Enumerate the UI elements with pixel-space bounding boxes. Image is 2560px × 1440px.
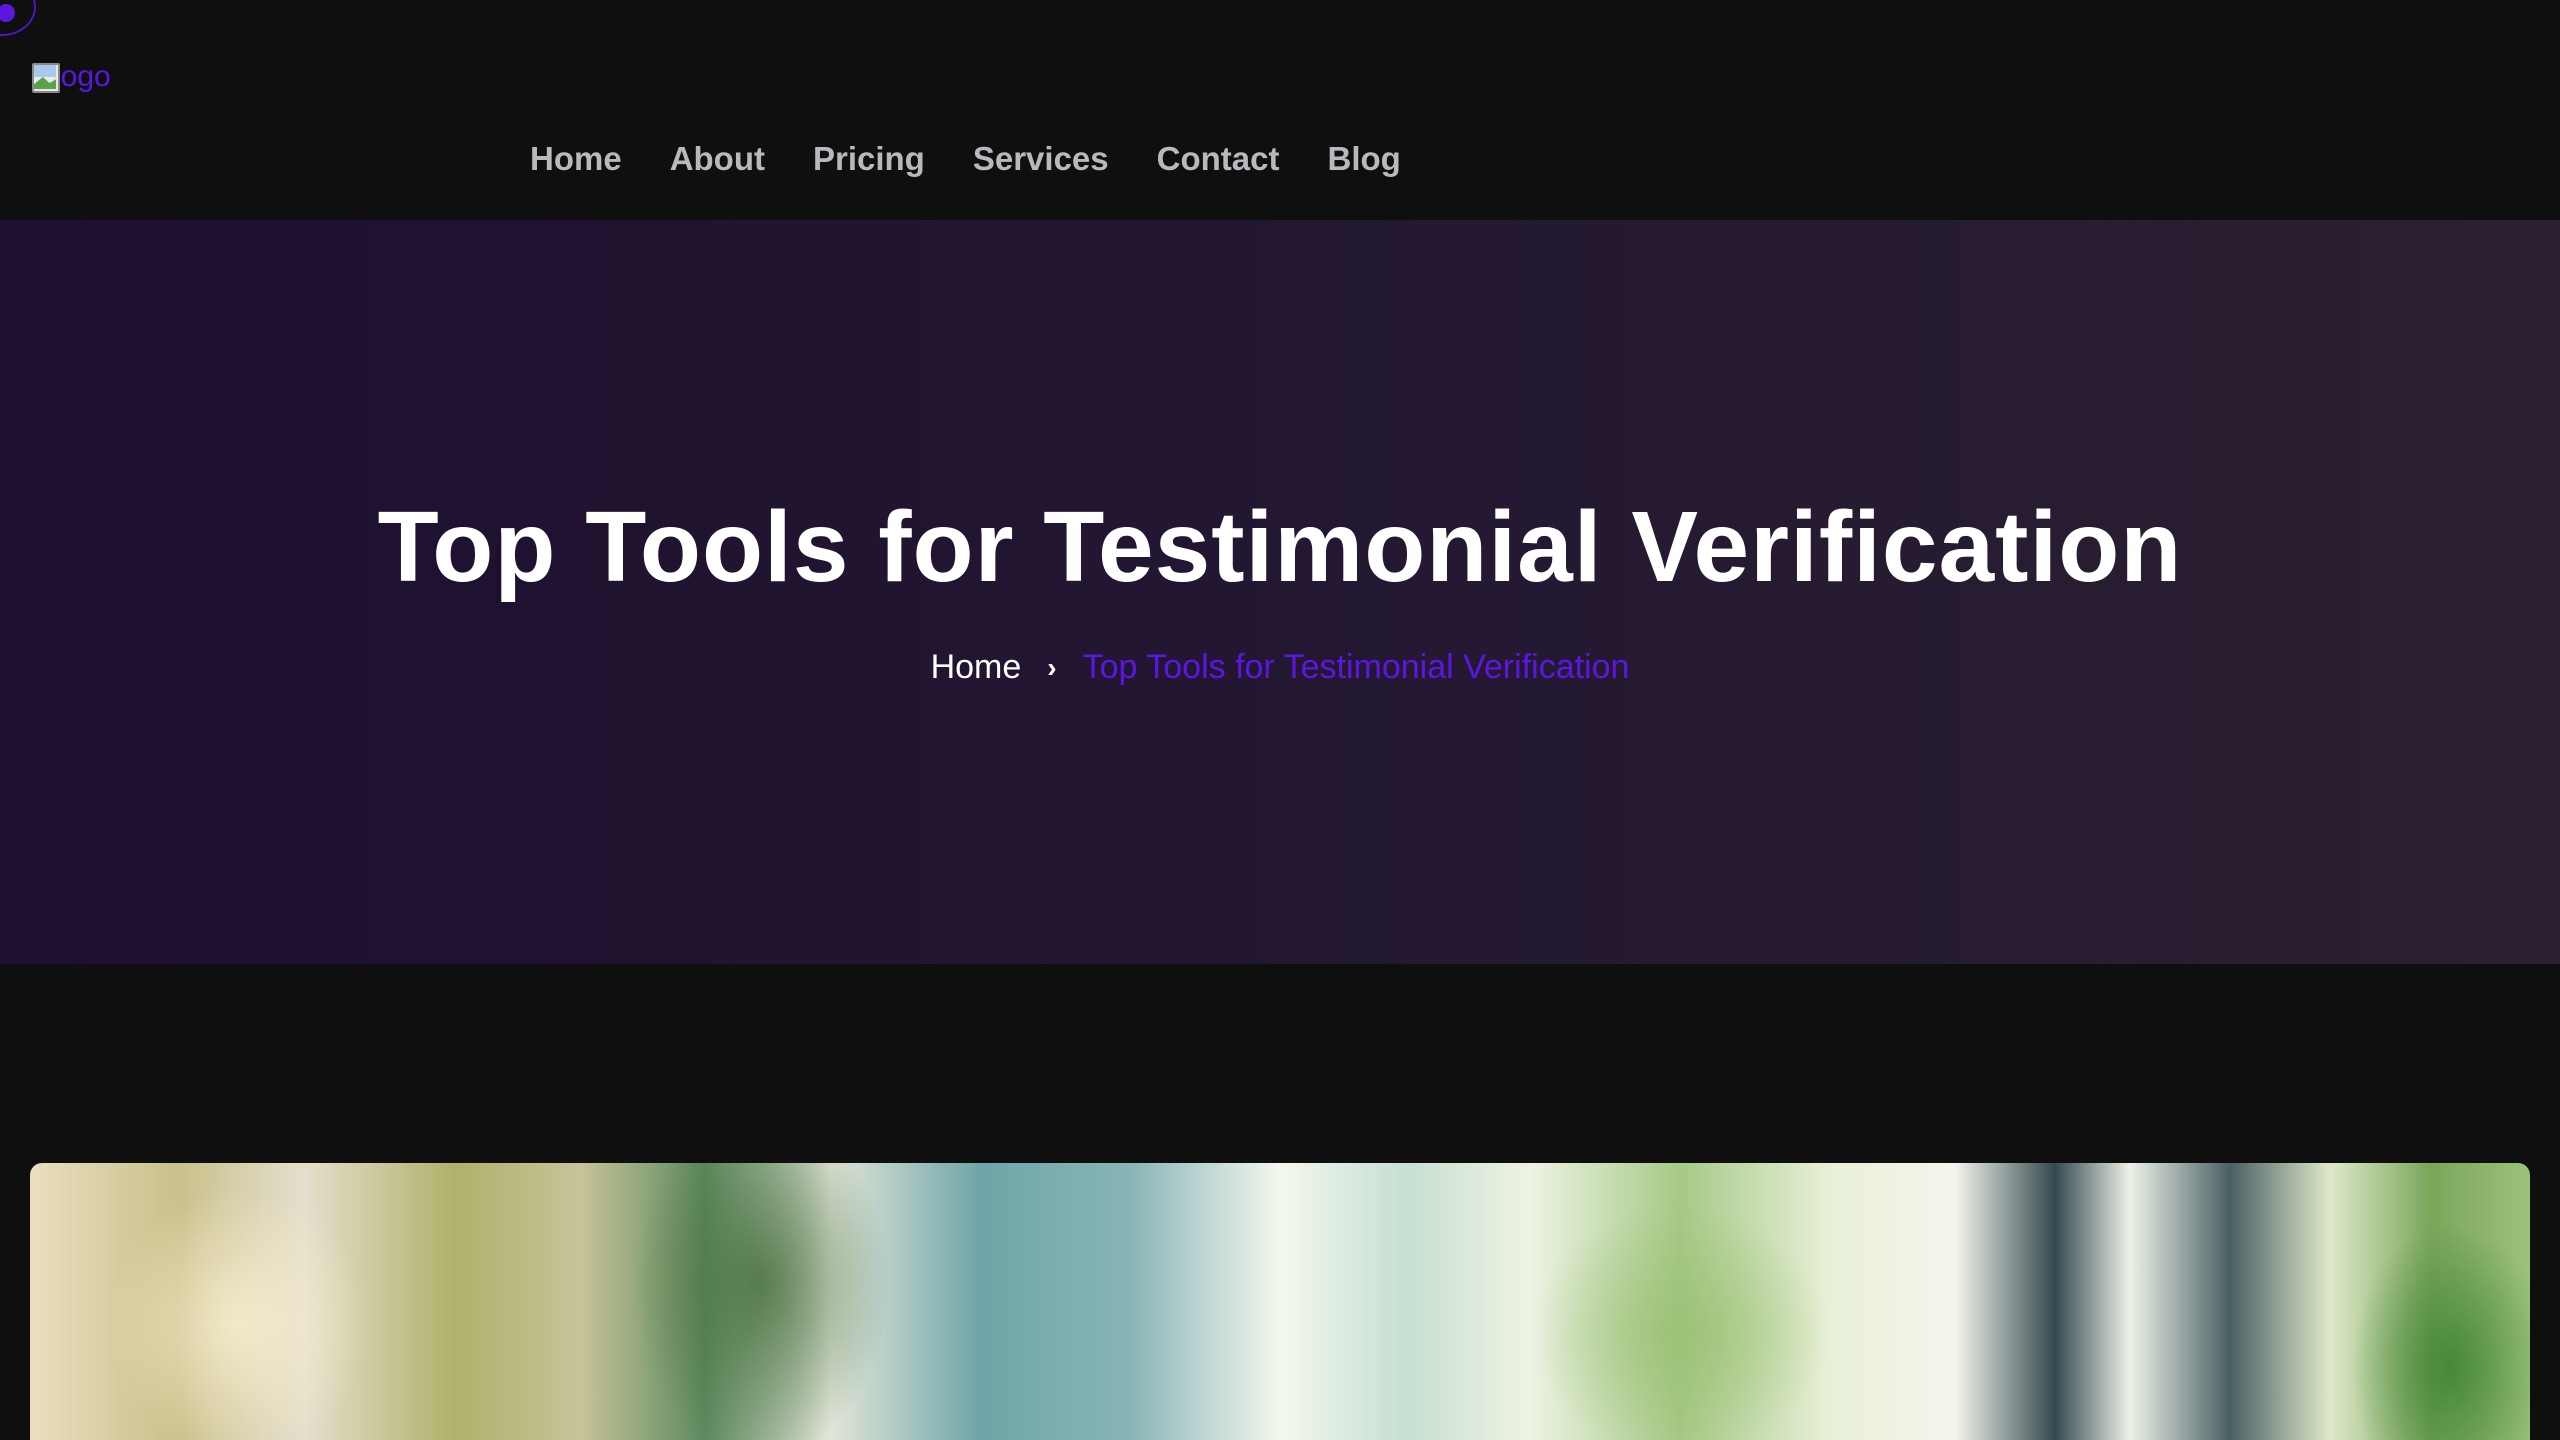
logo-alt-text: logo	[54, 60, 111, 93]
nav-about[interactable]: About	[670, 140, 765, 178]
breadcrumb-current: Top Tools for Testimonial Verification	[1082, 648, 1630, 686]
nav-services[interactable]: Services	[973, 140, 1109, 178]
nav-blog[interactable]: Blog	[1327, 140, 1400, 178]
page-hero: Top Tools for Testimonial Verification H…	[0, 220, 2560, 964]
breadcrumb: Home › Top Tools for Testimonial Verific…	[0, 648, 2560, 687]
page-title: Top Tools for Testimonial Verification	[377, 491, 2183, 603]
cursor-dot-icon	[0, 4, 15, 22]
main-nav: Home About Pricing Services Contact Blog	[530, 140, 1401, 178]
nav-pricing[interactable]: Pricing	[813, 140, 925, 178]
nav-home[interactable]: Home	[530, 140, 622, 178]
featured-image	[30, 1163, 2530, 1440]
broken-image-icon	[30, 61, 60, 93]
breadcrumb-home-link[interactable]: Home	[931, 648, 1022, 687]
cursor-indicator	[0, 0, 36, 36]
nav-contact[interactable]: Contact	[1157, 140, 1280, 178]
site-logo[interactable]: logo	[30, 60, 111, 94]
site-header: logo Home About Pricing Services Contact…	[0, 0, 2560, 220]
chevron-right-icon: ›	[1047, 651, 1057, 683]
page: logo Home About Pricing Services Contact…	[0, 0, 2560, 1440]
